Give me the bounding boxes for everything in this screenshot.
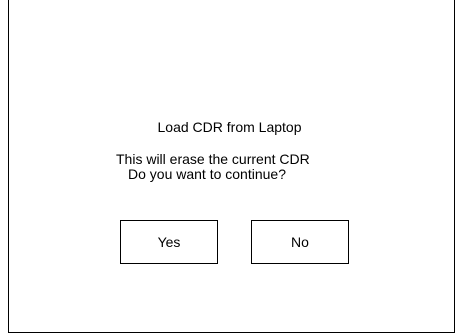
dialog-message-line-2: Do you want to continue? bbox=[128, 166, 286, 182]
dialog-message-line-1: This will erase the current CDR bbox=[116, 151, 310, 167]
yes-button[interactable]: Yes bbox=[120, 220, 218, 264]
dialog-title: Load CDR from Laptop bbox=[157, 119, 302, 135]
no-button[interactable]: No bbox=[251, 220, 349, 264]
